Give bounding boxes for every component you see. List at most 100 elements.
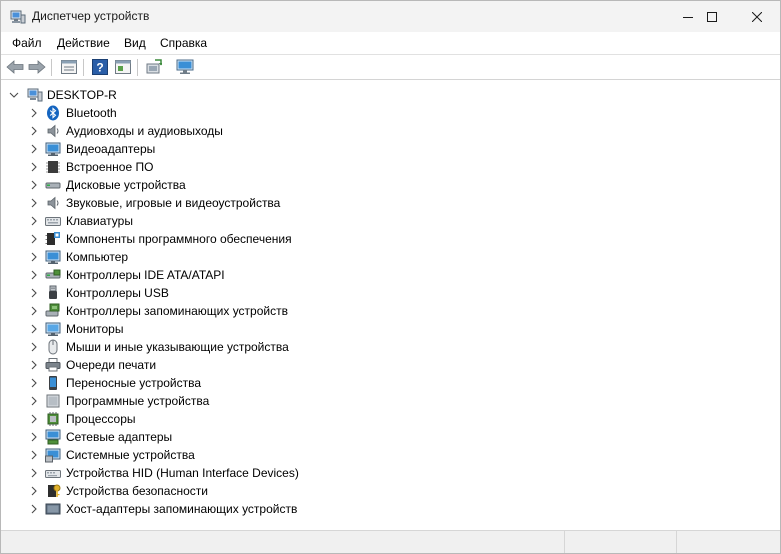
tree-category-label: Системные устройства — [66, 448, 195, 462]
usb-icon — [45, 285, 61, 301]
chevron-right-icon[interactable] — [28, 359, 40, 371]
chevron-right-icon[interactable] — [28, 323, 40, 335]
tree-category-label: Процессоры — [66, 412, 136, 426]
chevron-right-icon[interactable] — [28, 251, 40, 263]
chevron-right-icon[interactable] — [28, 467, 40, 479]
device-by-monitor-button[interactable] — [175, 58, 195, 76]
scan-hardware-icon — [146, 59, 162, 74]
tree-category-label: Сетевые адаптеры — [66, 430, 173, 444]
hid-icon — [45, 465, 61, 481]
maximize-button[interactable] — [689, 1, 735, 32]
tree-category-label: Контроллеры IDE ATA/ATAPI — [66, 268, 225, 282]
tree-category-node[interactable]: Bluetooth — [3, 104, 763, 122]
show-hidden-button[interactable] — [113, 58, 133, 76]
chevron-right-icon[interactable] — [28, 215, 40, 227]
help-button[interactable]: ? — [90, 58, 110, 76]
title-bar[interactable]: Диспетчер устройств — [1, 1, 780, 32]
tree-category-node[interactable]: Переносные устройства — [3, 374, 763, 392]
tree-category-node[interactable]: Системные устройства — [3, 446, 763, 464]
tree-category-node[interactable]: Контроллеры IDE ATA/ATAPI — [3, 266, 763, 284]
tree-category-node[interactable]: Дисковые устройства — [3, 176, 763, 194]
chevron-right-icon[interactable] — [28, 143, 40, 155]
toolbar-separator — [137, 59, 138, 76]
menu-help[interactable]: Справка — [160, 36, 207, 50]
tree-category-node[interactable]: Хост-адаптеры запоминающих устройств — [3, 500, 763, 518]
tree-category-node[interactable]: Устройства безопасности — [3, 482, 763, 500]
tree-category-label: Контроллеры запоминающих устройств — [66, 304, 288, 318]
chevron-right-icon[interactable] — [28, 377, 40, 389]
tree-category-node[interactable]: Очереди печати — [3, 356, 763, 374]
tree-category-label: Программные устройства — [66, 394, 210, 408]
tree-category-node[interactable]: Звуковые, игровые и видеоустройства — [3, 194, 763, 212]
scan-hardware-button[interactable] — [144, 58, 164, 76]
chevron-right-icon[interactable] — [28, 107, 40, 119]
help-icon: ? — [92, 59, 108, 75]
tree-category-label: Устройства безопасности — [66, 484, 208, 498]
close-button[interactable] — [734, 1, 780, 32]
firmware-chip-icon — [45, 159, 61, 175]
svg-text:?: ? — [96, 61, 103, 75]
chevron-right-icon[interactable] — [28, 161, 40, 173]
tree-category-label: Хост-адаптеры запоминающих устройств — [66, 502, 298, 516]
forward-button[interactable] — [27, 58, 47, 76]
device-manager-window: Диспетчер устройств Файл Действие Вид Сп… — [0, 0, 781, 554]
sound-icon — [45, 195, 61, 211]
tree-category-label: Встроенное ПО — [66, 160, 154, 174]
chevron-right-icon[interactable] — [28, 305, 40, 317]
chevron-right-icon[interactable] — [28, 197, 40, 209]
display-adapter-icon — [45, 141, 61, 157]
close-icon — [752, 11, 762, 22]
chevron-right-icon[interactable] — [28, 431, 40, 443]
forward-arrow-icon — [28, 60, 46, 74]
chevron-right-icon[interactable] — [28, 287, 40, 299]
chevron-right-icon[interactable] — [28, 395, 40, 407]
tree-category-node[interactable]: Мыши и иные указывающие устройства — [3, 338, 763, 356]
tree-category-node[interactable]: Сетевые адаптеры — [3, 428, 763, 446]
properties-button[interactable] — [59, 58, 79, 76]
status-bar — [1, 530, 780, 553]
menu-view[interactable]: Вид — [124, 36, 146, 50]
chevron-right-icon[interactable] — [28, 269, 40, 281]
tree-category-label: Компьютер — [66, 250, 129, 264]
window-title: Диспетчер устройств — [32, 9, 150, 23]
chevron-right-icon[interactable] — [28, 125, 40, 137]
tree-category-node[interactable]: Видеоадаптеры — [3, 140, 763, 158]
toolbar-separator — [51, 59, 52, 76]
tree-category-label: Аудиовходы и аудиовыходы — [66, 124, 223, 138]
status-cell — [564, 531, 676, 553]
storage-host-adapter-icon — [45, 501, 61, 517]
back-button[interactable] — [5, 58, 25, 76]
tree-category-node[interactable]: Встроенное ПО — [3, 158, 763, 176]
chevron-right-icon[interactable] — [28, 233, 40, 245]
chevron-right-icon[interactable] — [28, 485, 40, 497]
chevron-right-icon[interactable] — [28, 179, 40, 191]
tree-category-label: Контроллеры USB — [66, 286, 169, 300]
tree-category-node[interactable]: Программные устройства — [3, 392, 763, 410]
chevron-right-icon[interactable] — [28, 413, 40, 425]
menu-file[interactable]: Файл — [12, 36, 42, 50]
portable-device-icon — [45, 375, 61, 391]
tree-category-node[interactable]: Компьютер — [3, 248, 763, 266]
tree-category-node[interactable]: Контроллеры запоминающих устройств — [3, 302, 763, 320]
tree-category-node[interactable]: Клавиатуры — [3, 212, 763, 230]
tree-category-node[interactable]: Устройства HID (Human Interface Devices) — [3, 464, 763, 482]
computer-icon — [45, 249, 61, 265]
tree-category-node[interactable]: Процессоры — [3, 410, 763, 428]
chevron-right-icon[interactable] — [28, 449, 40, 461]
chevron-right-icon[interactable] — [28, 503, 40, 515]
tree-category-node[interactable]: Мониторы — [3, 320, 763, 338]
bluetooth-icon — [45, 105, 61, 121]
device-tree[interactable]: DESKTOP-R Bluetooth Аудиовходы и аудиовыхо… — [3, 83, 778, 529]
tree-category-node[interactable]: Компоненты программного обеспечения — [3, 230, 763, 248]
tree-category-node[interactable]: Контроллеры USB — [3, 284, 763, 302]
chevron-down-icon[interactable] — [8, 89, 20, 101]
processor-icon — [45, 411, 61, 427]
menu-action[interactable]: Действие — [57, 36, 110, 50]
system-devices-icon — [45, 447, 61, 463]
tree-root-node[interactable]: DESKTOP-R — [3, 86, 763, 104]
chevron-right-icon[interactable] — [28, 341, 40, 353]
show-hidden-icon — [115, 60, 131, 74]
tree-category-label: Звуковые, игровые и видеоустройства — [66, 196, 281, 210]
tree-category-node[interactable]: Аудиовходы и аудиовыходы — [3, 122, 763, 140]
computer-root-icon — [27, 87, 43, 103]
